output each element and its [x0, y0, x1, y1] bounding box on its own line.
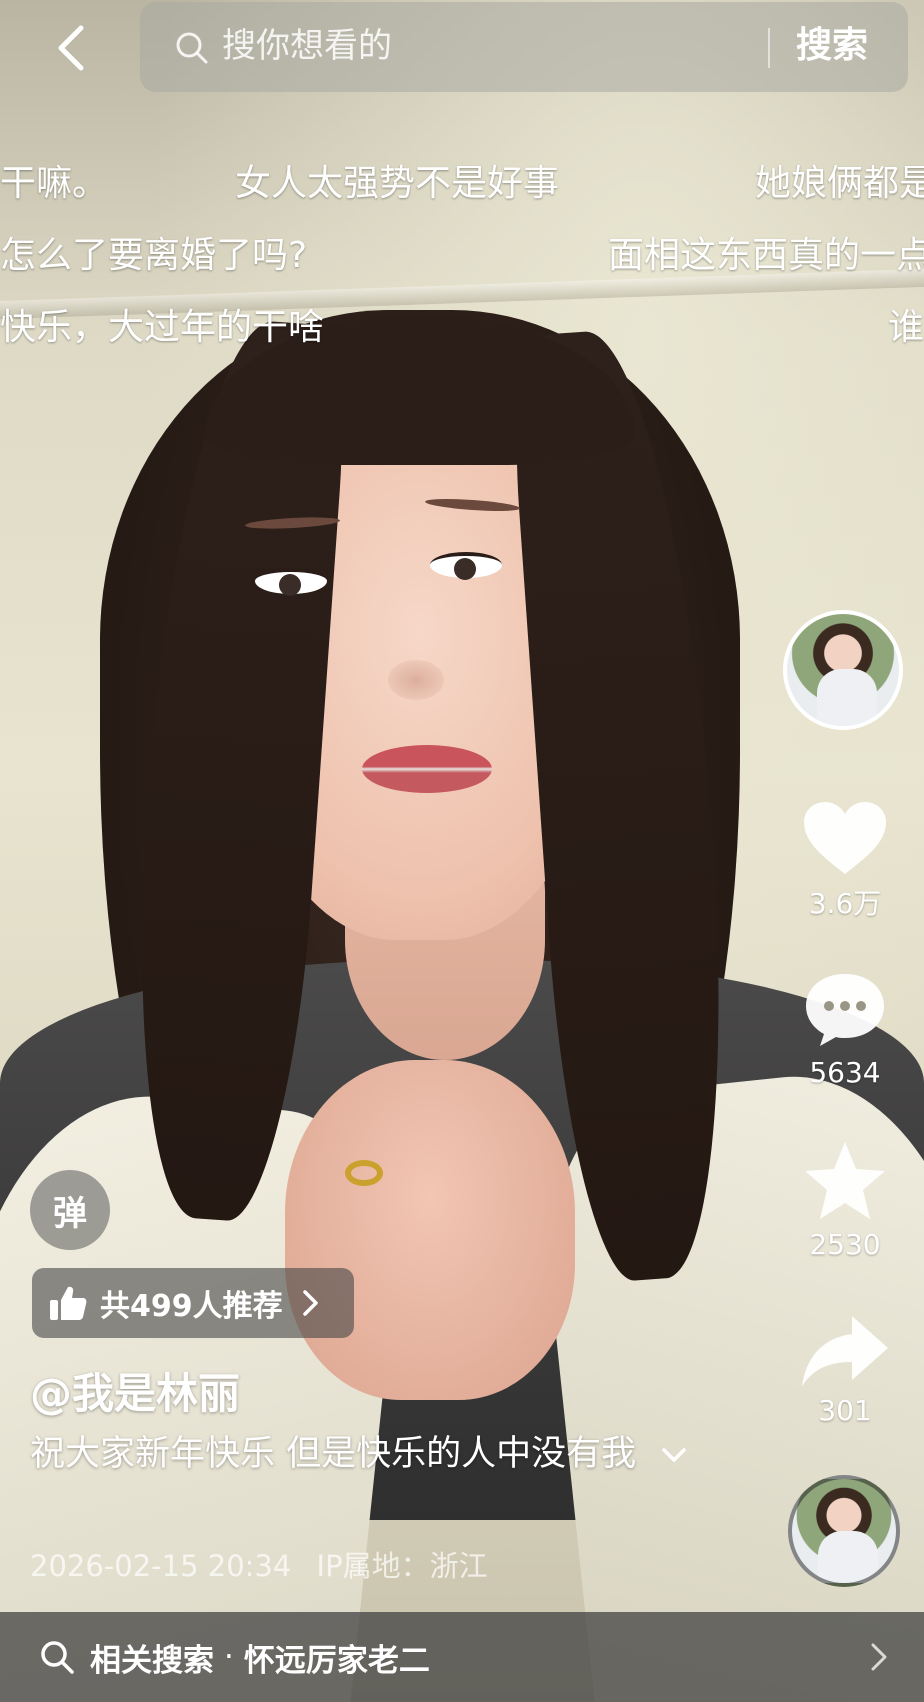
search-input[interactable]: 搜你想看的: [222, 22, 392, 70]
back-button[interactable]: [40, 18, 100, 78]
nose: [388, 660, 444, 700]
danmaku-comment: 她娘俩都是: [755, 163, 924, 204]
gold-ring: [345, 1160, 383, 1186]
share-count: 301: [818, 1394, 872, 1427]
heart-icon: [804, 802, 886, 874]
back-arrow-icon: [58, 25, 84, 71]
post-meta: 2026-02-15 20:34 IP属地：浙江: [30, 1543, 488, 1585]
danmaku-comment: 谁: [888, 307, 924, 348]
ip-location: IP属地：浙江: [316, 1549, 488, 1583]
danmaku-comment: 快乐，大过年的干啥: [0, 307, 325, 348]
search-icon: [176, 32, 208, 64]
danmaku-comment: 怎么了要离婚了吗?: [0, 235, 308, 276]
search-bar[interactable]: 搜你想看的 搜索: [140, 2, 908, 92]
search-divider: [768, 28, 770, 68]
search-button[interactable]: 搜索: [796, 22, 868, 70]
comment-button[interactable]: 5634: [780, 970, 910, 1089]
favorite-count: 2530: [809, 1228, 881, 1261]
recommend-button[interactable]: 共499人推荐: [32, 1268, 354, 1338]
author-avatar[interactable]: [783, 610, 903, 730]
search-icon: [41, 1641, 74, 1674]
like-count: 3.6万: [808, 887, 882, 920]
top-bar: 搜你想看的 搜索: [0, 0, 924, 100]
chevron-down-icon[interactable]: [661, 1446, 687, 1464]
left-eye: [255, 568, 327, 596]
author-name[interactable]: @我是林丽: [30, 1360, 240, 1421]
danmu-toggle-label: 弹: [53, 1193, 87, 1234]
like-button[interactable]: 3.6万: [780, 800, 910, 922]
chevron-right-icon: [302, 1290, 318, 1316]
danmaku-comment: 女人太强势不是好事: [235, 163, 560, 204]
danmu-toggle-button[interactable]: 弹: [30, 1170, 110, 1250]
related-search-label: 相关搜索: [90, 1642, 214, 1679]
comment-count: 5634: [809, 1056, 881, 1089]
favorite-button[interactable]: 2530: [780, 1140, 910, 1261]
related-search-bar[interactable]: 相关搜索 · 怀远厉家老二: [0, 1612, 924, 1702]
danmaku-comment: 面相这东西真的一点: [608, 235, 924, 276]
music-disc[interactable]: [788, 1475, 900, 1587]
comment-bubble-icon: [806, 974, 884, 1046]
share-arrow-icon: [802, 1316, 888, 1386]
danmaku-comment: 干嘛。: [0, 163, 109, 204]
post-timestamp: 2026-02-15 20:34: [30, 1549, 292, 1583]
related-search-query: 怀远厉家老二: [243, 1642, 430, 1679]
thumbs-up-icon: [50, 1286, 87, 1320]
star-icon: [805, 1142, 885, 1219]
video-caption[interactable]: 祝大家新年快乐 但是快乐的人中没有我: [30, 1428, 710, 1480]
caption-text: 祝大家新年快乐 但是快乐的人中没有我: [30, 1434, 637, 1474]
chevron-right-icon: [871, 1643, 887, 1671]
share-button[interactable]: 301: [780, 1312, 910, 1427]
recommend-label: 共499人推荐: [100, 1289, 283, 1324]
danmaku-layer: 干嘛。 女人太强势不是好事 她娘俩都是 怎么了要离婚了吗? 面相这东西真的一点 …: [0, 150, 924, 350]
clasped-hands: [285, 1060, 575, 1400]
lips: [362, 745, 492, 793]
related-search-separator: ·: [224, 1639, 234, 1675]
right-eye: [430, 552, 502, 580]
